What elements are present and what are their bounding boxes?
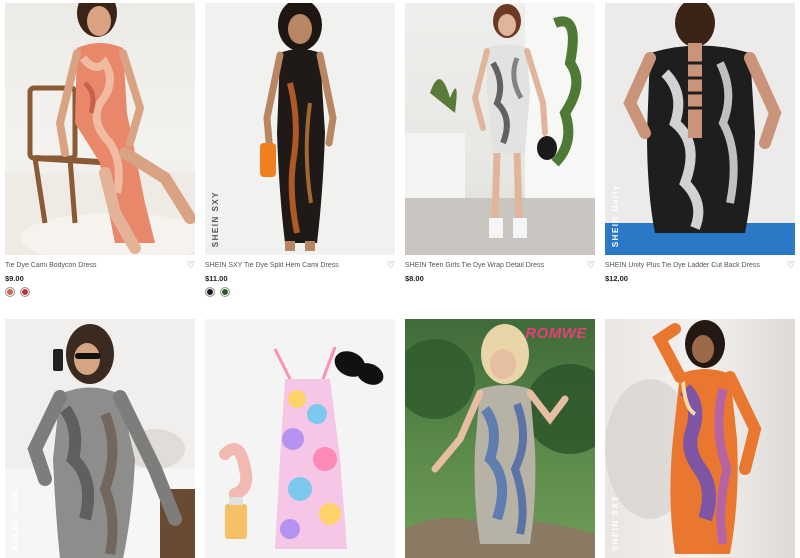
- brand-watermark: SHEIN SXY: [211, 190, 220, 247]
- product-card[interactable]: SHEIN ICON: [5, 319, 195, 558]
- color-swatch[interactable]: [5, 287, 15, 297]
- product-image[interactable]: [405, 3, 595, 255]
- color-swatch[interactable]: [220, 287, 230, 297]
- product-image[interactable]: [5, 3, 195, 255]
- heart-outline-icon[interactable]: ♡: [787, 261, 795, 270]
- color-swatches: [5, 287, 195, 297]
- product-image[interactable]: ROMWE: [405, 319, 595, 558]
- color-swatch[interactable]: [205, 287, 215, 297]
- model-photo: [605, 320, 762, 554]
- product-card[interactable]: [205, 319, 395, 558]
- product-image[interactable]: SHEIN Unity: [605, 3, 795, 255]
- heart-outline-icon[interactable]: ♡: [387, 261, 395, 270]
- product-card[interactable]: SHEIN SXY: [605, 319, 795, 558]
- color-swatch[interactable]: [20, 287, 30, 297]
- heart-outline-icon[interactable]: ♡: [187, 261, 195, 270]
- model-photo: [605, 3, 795, 255]
- brand-watermark: SHEIN ICON: [11, 489, 20, 551]
- product-card[interactable]: SHEIN Teen Girls Tie Dye Wrap Detail Dre…: [405, 3, 595, 297]
- product-row-1: Tie Dye Cami Bodycon Dress ♡ $9.00 SHEIN…: [5, 3, 795, 297]
- product-image[interactable]: SHEIN SXY: [205, 3, 395, 255]
- model-photo: [5, 3, 195, 255]
- product-flatlay: [219, 346, 384, 549]
- model-photo: [5, 324, 195, 558]
- product-price: $8.00: [405, 274, 424, 283]
- product-title[interactable]: SHEIN SXY Tie Dye Split Hem Cami Dress: [205, 262, 339, 269]
- product-grid: Tie Dye Cami Bodycon Dress ♡ $9.00 SHEIN…: [5, 3, 795, 558]
- brand-watermark: ROMWE: [525, 325, 587, 342]
- product-title[interactable]: Tie Dye Cami Bodycon Dress: [5, 262, 97, 269]
- product-title[interactable]: SHEIN Teen Girls Tie Dye Wrap Detail Dre…: [405, 262, 544, 269]
- product-title[interactable]: SHEIN Unity Plus Tie Dye Ladder Cut Back…: [605, 262, 760, 269]
- brand-watermark: SHEIN Unity: [611, 183, 620, 247]
- product-card[interactable]: SHEIN SXY SHEIN SXY Tie Dye Split Hem Ca…: [205, 3, 395, 297]
- brand-watermark: SHEIN SXY: [611, 494, 620, 551]
- model-photo: [405, 3, 595, 255]
- product-card[interactable]: Tie Dye Cami Bodycon Dress ♡ $9.00: [5, 3, 195, 297]
- product-row-2: SHEIN ICON ROMWE SHEIN SXY: [5, 319, 795, 558]
- product-price: $12.00: [605, 274, 628, 283]
- model-photo: [405, 324, 595, 558]
- product-image[interactable]: SHEIN ICON: [5, 319, 195, 558]
- product-price: $11.00: [205, 274, 228, 283]
- product-card[interactable]: ROMWE: [405, 319, 595, 558]
- product-card[interactable]: SHEIN Unity SHEIN Unity Plus Tie Dye Lad…: [605, 3, 795, 297]
- product-image[interactable]: SHEIN SXY: [605, 319, 795, 558]
- model-photo: [260, 3, 337, 251]
- product-price: $9.00: [5, 274, 24, 283]
- product-image[interactable]: [205, 319, 395, 558]
- heart-outline-icon[interactable]: ♡: [587, 261, 595, 270]
- color-swatches: [205, 287, 395, 297]
